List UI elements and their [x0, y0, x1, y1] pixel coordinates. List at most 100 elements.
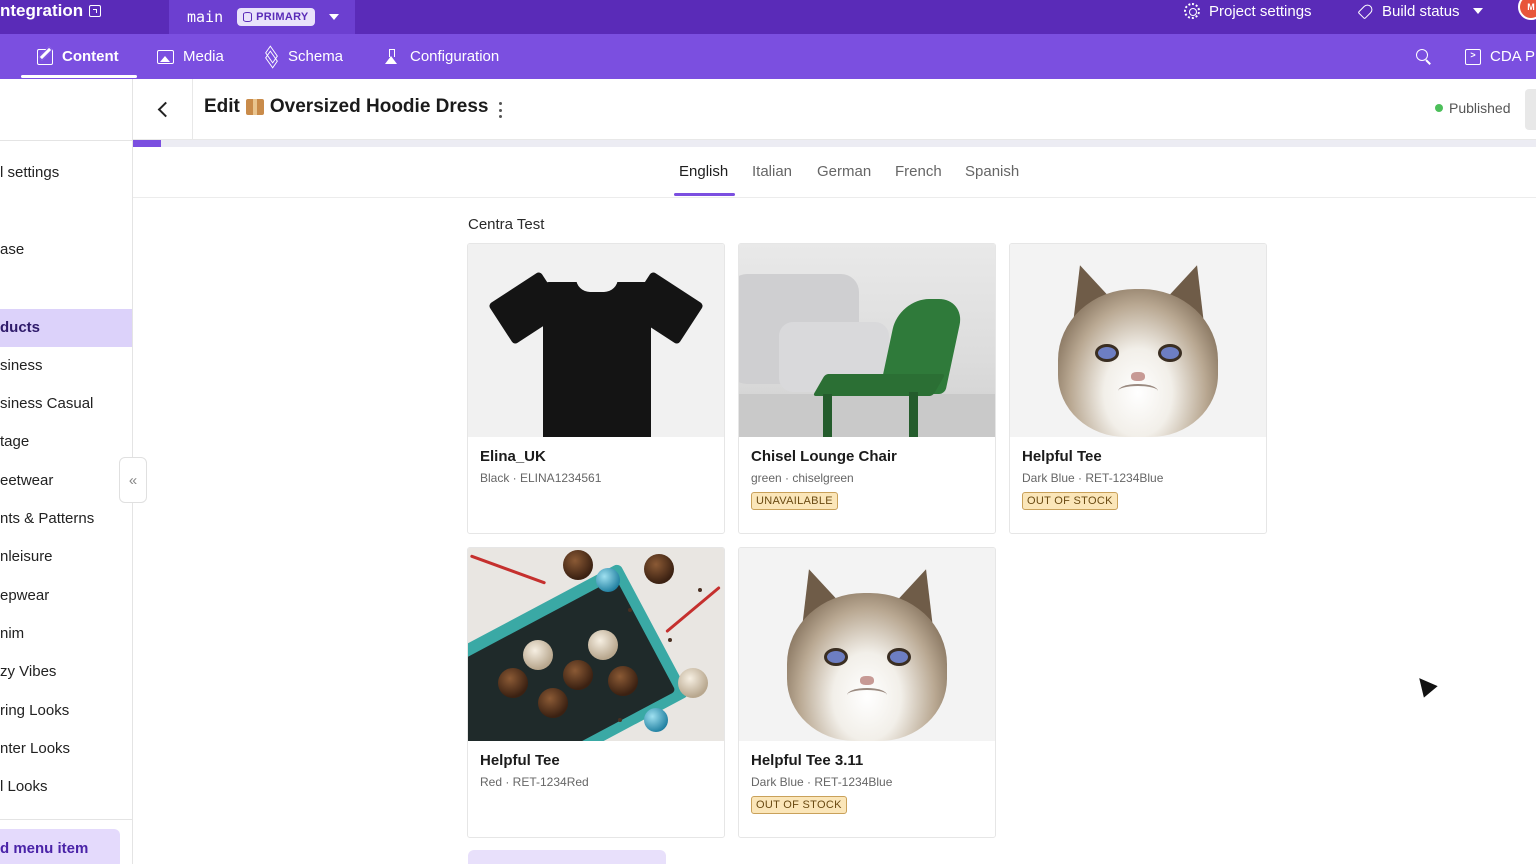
sidebar-item-fall-looks[interactable]: l Looks — [0, 768, 132, 806]
product-card[interactable]: Chisel Lounge Chair green · chiselgreen … — [738, 243, 996, 534]
main-nav: Content Media Schema Configuration > CDA… — [0, 34, 1536, 79]
sidebar-item-products[interactable]: ducts — [0, 309, 132, 347]
tab-italian[interactable]: Italian — [752, 163, 792, 180]
sidebar-item-streetwear[interactable]: eetwear — [0, 462, 132, 500]
top-bar: ntegration main PRIMARY Project settings… — [0, 0, 1536, 34]
product-image — [468, 244, 724, 437]
nav-active-indicator — [21, 75, 137, 78]
tab-active-indicator — [674, 193, 735, 196]
product-title: Helpful Tee — [480, 752, 560, 769]
status-dot — [1435, 104, 1443, 112]
project-name[interactable]: ntegration — [0, 0, 102, 22]
product-title: Elina_UK — [480, 448, 546, 465]
more-options-icon[interactable] — [499, 102, 503, 118]
primary-badge-label: PRIMARY — [256, 11, 309, 23]
collapse-sidebar-button[interactable]: « — [119, 457, 147, 503]
product-card[interactable]: Elina_UK Black · ELINA1234561 — [467, 243, 725, 534]
status-badge: Published — [1435, 100, 1511, 116]
progress-fill — [133, 140, 161, 147]
nav-media-label: Media — [183, 48, 224, 65]
branch-selector[interactable]: main PRIMARY — [169, 0, 355, 34]
chevron-down-icon[interactable] — [328, 14, 339, 20]
product-subtitle: Red · RET-1234Red — [480, 775, 589, 789]
project-settings-button[interactable]: Project settings — [1184, 0, 1312, 22]
nav-schema-label: Schema — [288, 48, 344, 65]
sidebar-item-sleepwear[interactable]: epwear — [0, 577, 132, 615]
product-image — [739, 244, 995, 437]
tab-french[interactable]: French — [895, 163, 942, 180]
field-label: Centra Test — [468, 216, 545, 233]
image-icon — [157, 49, 174, 64]
nav-content-label: Content — [62, 48, 119, 65]
avatar-initial: M — [1527, 2, 1535, 12]
sidebar-item-athleisure[interactable]: nleisure — [0, 538, 132, 576]
sidebar-item-base[interactable]: ase — [0, 231, 132, 269]
sidebar-item-settings[interactable]: l settings — [0, 154, 132, 192]
back-button[interactable] — [133, 79, 193, 140]
product-title: Helpful Tee — [1022, 448, 1102, 465]
product-image — [739, 548, 995, 741]
product-title: Chisel Lounge Chair — [751, 448, 897, 465]
product-title: Helpful Tee 3.11 — [751, 752, 864, 769]
page-title: Edit Oversized Hoodie Dress — [204, 96, 488, 118]
sidebar-item-cozy-vibes[interactable]: zy Vibes — [0, 653, 132, 691]
product-card[interactable]: Helpful Tee Red · RET-1234Red — [467, 547, 725, 838]
progress-strip — [133, 140, 1536, 147]
sidebar: l settings ase ducts siness siness Casua… — [0, 79, 133, 864]
product-subtitle: Dark Blue · RET-1234Blue — [751, 775, 893, 789]
product-card[interactable]: Helpful Tee Dark Blue · RET-1234Blue OUT… — [1009, 243, 1267, 534]
rocket-icon — [1358, 4, 1373, 19]
sidebar-item-vintage[interactable]: tage — [0, 423, 132, 461]
mouse-cursor-icon — [1412, 672, 1438, 698]
sidebar-header — [0, 79, 132, 141]
sidebar-item-prints-patterns[interactable]: nts & Patterns — [0, 500, 132, 538]
external-link-icon[interactable] — [89, 5, 102, 17]
nav-content[interactable]: Content — [37, 34, 119, 79]
product-image — [1010, 244, 1266, 437]
search-icon — [1416, 49, 1431, 64]
sidebar-item-winter-looks[interactable]: nter Looks — [0, 730, 132, 768]
tab-german[interactable]: German — [817, 163, 871, 180]
avatar[interactable]: M — [1518, 0, 1536, 20]
product-card[interactable]: Helpful Tee 3.11 Dark Blue · RET-1234Blu… — [738, 547, 996, 838]
build-status-button[interactable]: Build status — [1358, 0, 1483, 22]
chevron-down-icon — [1472, 8, 1483, 14]
terminal-icon: > — [1465, 48, 1481, 65]
gear-icon — [1184, 3, 1200, 19]
add-product-button[interactable] — [468, 850, 666, 864]
nav-media[interactable]: Media — [157, 34, 224, 79]
record-header: Edit Oversized Hoodie Dress Published — [133, 79, 1536, 140]
status-label: Published — [1449, 100, 1511, 116]
sidebar-item-business-casual[interactable]: siness Casual — [0, 385, 132, 423]
chevron-left-icon — [157, 101, 173, 118]
sidebar-item-business[interactable]: siness — [0, 347, 132, 385]
flask-icon — [385, 48, 401, 65]
product-subtitle: Black · ELINA1234561 — [480, 471, 602, 485]
nav-configuration-label: Configuration — [410, 48, 500, 65]
search-button[interactable] — [1416, 34, 1431, 79]
primary-badge: PRIMARY — [237, 8, 315, 26]
database-icon — [243, 12, 253, 22]
branch-name: main — [187, 8, 224, 26]
nav-schema[interactable]: Schema — [263, 34, 343, 79]
layers-icon — [263, 49, 279, 65]
record-title: Oversized Hoodie Dress — [269, 96, 489, 117]
project-title: ntegration — [0, 1, 84, 20]
edit-icon — [37, 48, 53, 65]
product-subtitle: green · chiselgreen — [751, 471, 854, 485]
cda-playground-button[interactable]: > CDA P — [1465, 34, 1535, 79]
edit-prefix: Edit — [204, 96, 240, 117]
sidebar-item-denim[interactable]: nim — [0, 615, 132, 653]
sidebar-item-spring-looks[interactable]: ring Looks — [0, 692, 132, 730]
locale-tabs: English Italian German French Spanish — [133, 147, 1536, 198]
project-settings-label: Project settings — [1209, 2, 1312, 20]
tab-spanish[interactable]: Spanish — [965, 163, 1019, 180]
status-badge: OUT OF STOCK — [751, 796, 847, 814]
cda-label: CDA P — [1490, 48, 1536, 65]
tab-english[interactable]: English — [679, 163, 728, 180]
save-button[interactable] — [1525, 89, 1536, 130]
sidebar-divider — [0, 819, 132, 820]
nav-configuration[interactable]: Configuration — [385, 34, 499, 79]
product-subtitle: Dark Blue · RET-1234Blue — [1022, 471, 1164, 485]
add-menu-item-button[interactable]: d menu item — [0, 829, 120, 864]
